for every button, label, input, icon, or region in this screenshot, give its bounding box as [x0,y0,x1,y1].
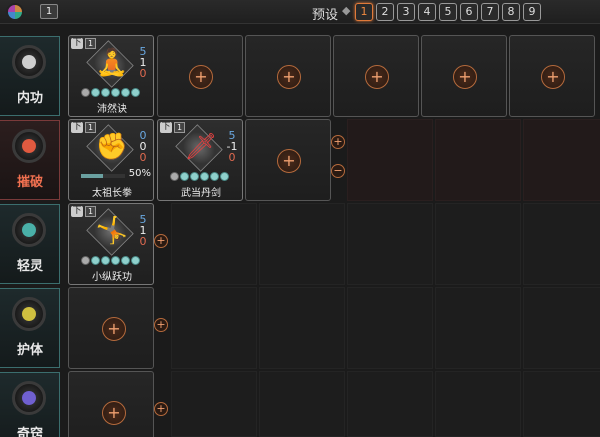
skill-card-taizu-changquan[interactable]: 下 1 ✊ 0 0 0 50% 太祖长拳 [68,119,154,201]
locked-slot [435,371,521,437]
category-label: 轻灵 [16,259,43,274]
preset-button-3[interactable]: 3 [397,3,415,21]
fist-icon: ✊ [95,132,129,162]
skill-stats: 5 -1 0 [226,130,238,163]
locked-slot [347,203,433,285]
locked-slot [523,371,600,437]
preset-button-7[interactable]: 7 [481,3,499,21]
locked-slot [523,119,600,201]
preset-button-6[interactable]: 6 [460,3,478,21]
locked-slot [435,203,521,285]
empty-skill-slot[interactable]: + [68,371,154,437]
expand-add-button[interactable]: + [154,318,168,332]
huti-emblem-icon [12,297,46,331]
locked-slot [347,371,433,437]
top-badge[interactable]: 1 [40,4,58,19]
skill-card-wudang-danjian[interactable]: 下 1 🗡 5 -1 0 武当丹剑 [157,119,243,201]
locked-slot [259,371,345,437]
progress-bar [81,174,125,178]
empty-skill-slot[interactable]: + [333,35,419,117]
empty-skill-slot[interactable]: + [157,35,243,117]
locked-slot [259,287,345,369]
locked-slot [523,203,600,285]
skill-name: 小纵跃功 [92,272,132,283]
add-icon[interactable]: + [277,65,301,89]
category-label: 护体 [16,343,43,358]
stat-red: 0 [228,151,236,164]
locked-slot [259,203,345,285]
empty-skill-slot[interactable]: + [421,35,507,117]
tier-badge: 下 [160,122,172,133]
star-dots [81,88,140,97]
skill-card-xiaozong-yuegong[interactable]: 下 1 🤸 5 1 0 小纵跃功 [68,203,154,285]
add-icon[interactable]: + [365,65,389,89]
empty-skill-slot[interactable]: + [245,119,331,201]
preset-diamond-icon: ◆ [342,4,351,17]
preset-button-9[interactable]: 9 [523,3,541,21]
remove-slot-button[interactable]: − [331,164,345,178]
expand-add-button[interactable]: + [154,234,168,248]
star-dots [81,256,140,265]
preset-buttons: 1 2 3 4 5 6 7 8 9 [355,3,541,21]
category-qiqiao[interactable]: 奇窍 [0,372,60,437]
empty-skill-slot[interactable]: + [509,35,595,117]
expand-add-button[interactable]: + [154,402,168,416]
sword-icon: 🗡 [184,132,218,162]
locked-slot [347,287,433,369]
category-neigong[interactable]: 内功 [0,36,60,116]
stat-red: 0 [139,67,147,80]
top-bar: 1 预设 ◆ 1 2 3 4 5 6 7 8 9 [0,0,600,24]
add-icon[interactable]: + [102,401,126,425]
empty-skill-slot[interactable]: + [68,287,154,369]
category-label: 摧破 [16,175,43,190]
qingling-emblem-icon [12,213,46,247]
skill-stats: 5 1 0 [137,46,149,79]
preset-button-4[interactable]: 4 [418,3,436,21]
meditation-icon: 🧘 [95,48,129,78]
category-label: 内功 [16,91,43,106]
preset-button-2[interactable]: 2 [376,3,394,21]
profile-emblem-icon[interactable] [6,3,24,21]
category-huti[interactable]: 护体 [0,288,60,368]
category-cuipo[interactable]: 摧破 [0,120,60,200]
cuipo-emblem-icon [12,129,46,163]
neigong-emblem-icon [12,45,46,79]
expand-add-button[interactable]: + [331,135,345,149]
category-label: 奇窍 [16,427,43,437]
locked-slot [435,287,521,369]
add-icon[interactable]: + [541,65,565,89]
locked-slot [347,119,433,201]
tier-badge: 下 [71,38,83,49]
preset-button-5[interactable]: 5 [439,3,457,21]
qiqiao-emblem-icon [12,381,46,415]
locked-slot [171,203,257,285]
stat-red: 0 [139,151,147,164]
leap-icon: 🤸 [95,216,129,246]
progress-percent: 50% [128,168,151,179]
skill-card-peiranjue[interactable]: 下 1 🧘 5 1 0 沛然诀 [68,35,154,117]
tier-badge: 下 [71,206,83,217]
star-dots [170,172,229,181]
add-icon[interactable]: + [453,65,477,89]
add-icon[interactable]: + [102,317,126,341]
add-icon[interactable]: + [277,149,301,173]
preset-button-1[interactable]: 1 [355,3,373,21]
locked-slot [435,119,521,201]
skill-stats: 0 0 0 [137,130,149,163]
preset-button-8[interactable]: 8 [502,3,520,21]
stat-red: 0 [139,235,147,248]
skill-name: 沛然诀 [97,104,127,115]
locked-slot [171,371,257,437]
locked-slot [171,287,257,369]
skill-stats: 5 1 0 [137,214,149,247]
locked-slot [523,287,600,369]
category-qingling[interactable]: 轻灵 [0,204,60,284]
tier-badge: 下 [71,122,83,133]
add-icon[interactable]: + [189,65,213,89]
preset-label: 预设 [312,8,339,23]
skill-name: 太祖长拳 [92,188,132,199]
empty-skill-slot[interactable]: + [245,35,331,117]
skill-name: 武当丹剑 [181,188,221,199]
